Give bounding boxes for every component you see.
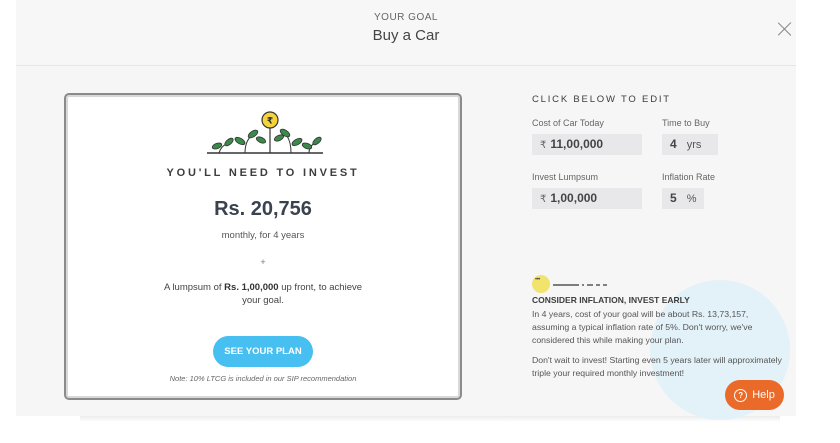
- ltcg-note: Note: 10% LTCG is included in our SIP re…: [169, 374, 357, 383]
- see-your-plan-button[interactable]: SEE YOUR PLAN: [213, 336, 313, 367]
- cost-of-car-value: 11,00,000: [550, 137, 604, 151]
- monthly-sip-amount: Rs. 20,756: [214, 198, 312, 220]
- goal-eyebrow: YOUR GOAL: [374, 12, 438, 23]
- plant-rupee-icon: ₹: [207, 111, 323, 154]
- lumpsum-text: A lumpsum of Rs. 1,00,000 up front, to a…: [163, 281, 363, 307]
- inflation-rate-label: Inflation Rate: [662, 172, 716, 182]
- goal-title: Buy a Car: [372, 27, 440, 44]
- plus-sign: +: [260, 257, 266, 267]
- cost-of-car-input[interactable]: ₹11,00,000: [532, 134, 642, 155]
- edit-section-title: CLICK BELOW TO EDIT: [532, 94, 671, 105]
- rupee-icon: ₹: [540, 140, 547, 151]
- svg-text:₹: ₹: [267, 117, 273, 127]
- invest-lumpsum-input[interactable]: ₹1,00,000: [532, 188, 642, 209]
- lumpsum-prefix: A lumpsum of: [163, 282, 225, 293]
- lumpsum-amount: Rs. 1,00,000: [224, 282, 279, 293]
- inflation-rate-input[interactable]: 5%: [662, 188, 704, 209]
- sip-duration-text: monthly, for 4 years: [221, 230, 305, 241]
- insight-title: CONSIDER INFLATION, INVEST EARLY: [532, 295, 690, 305]
- time-to-buy-value: 4: [670, 137, 677, 151]
- lightbulb-icon: [532, 275, 550, 293]
- squiggle-divider: [553, 284, 607, 286]
- invest-lumpsum-value: 1,00,000: [550, 191, 598, 205]
- time-unit: yrs: [686, 139, 702, 151]
- insight-paragraph-2: Don't wait to invest! Starting even 5 ye…: [532, 355, 782, 378]
- insight-paragraph-1: In 4 years, cost of your goal will be ab…: [532, 309, 753, 345]
- question-icon: ?: [734, 388, 748, 402]
- inflation-unit: %: [686, 193, 697, 205]
- need-to-invest-label: YOU'LL NEED TO INVEST: [166, 167, 360, 179]
- goal-header: YOUR GOAL Buy a Car: [16, 0, 796, 66]
- inflation-rate-value: 5: [670, 191, 677, 205]
- time-to-buy-label: Time to Buy: [662, 118, 710, 128]
- help-button[interactable]: ? Help: [725, 380, 784, 410]
- rupee-icon: ₹: [540, 194, 547, 205]
- time-to-buy-input[interactable]: 4 yrs: [662, 134, 718, 155]
- invest-summary-card: ₹ YOU'LL NEED TO INVEST Rs. 20,756 month…: [64, 93, 462, 400]
- invest-lumpsum-label: Invest Lumpsum: [532, 172, 599, 182]
- cost-of-car-label: Cost of Car Today: [532, 118, 604, 128]
- bottom-shadow: [80, 416, 780, 422]
- close-icon[interactable]: [778, 22, 792, 36]
- help-label: Help: [752, 389, 775, 401]
